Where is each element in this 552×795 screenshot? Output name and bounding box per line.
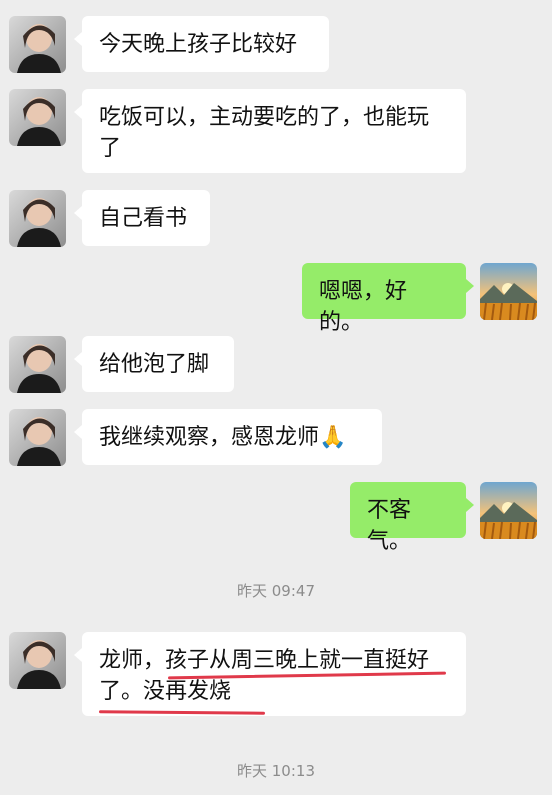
contact-avatar[interactable] [9,632,66,689]
contact-avatar[interactable] [9,190,66,247]
mountain-sunset-avatar-icon [480,482,537,539]
message-bubble-outgoing[interactable]: 嗯嗯，好的。 [302,263,474,335]
woman-photo-avatar-icon [9,16,66,73]
message-bubble[interactable]: 今天晚上孩子比较好 [74,16,329,72]
message-text: 给他泡了脚 [99,352,210,377]
message-bubble[interactable]: 自己看书 [74,190,210,246]
contact-avatar[interactable] [9,336,66,393]
woman-photo-avatar-icon [9,336,66,393]
woman-photo-avatar-icon [9,89,66,146]
message-text: 吃饭可以，主动要吃的了，也能玩了 [99,105,430,161]
message-bubble[interactable]: 我继续观察，感恩龙师🙏 [74,409,382,465]
own-avatar[interactable] [480,482,537,539]
message-text: 今天晚上孩子比较好 [99,32,298,57]
message-text: 自己看书 [99,206,188,231]
timestamp: 昨天 10:13 [237,762,315,780]
own-avatar[interactable] [480,263,537,320]
mountain-sunset-avatar-icon [480,263,537,320]
message-bubble-outgoing[interactable]: 不客气。 [350,482,474,554]
woman-photo-avatar-icon [9,190,66,247]
woman-photo-avatar-icon [9,632,66,689]
message-text: 嗯嗯，好的。 [319,279,408,335]
woman-photo-avatar-icon [9,409,66,466]
message-bubble[interactable]: 给他泡了脚 [74,336,234,392]
message-bubble[interactable]: 吃饭可以，主动要吃的了，也能玩了 [74,89,466,173]
message-text: 我继续观察，感恩龙师🙏 [99,425,347,450]
message-text: 不客气。 [367,498,412,554]
contact-avatar[interactable] [9,409,66,466]
contact-avatar[interactable] [9,16,66,73]
timestamp: 昨天 09:47 [237,582,315,600]
contact-avatar[interactable] [9,89,66,146]
